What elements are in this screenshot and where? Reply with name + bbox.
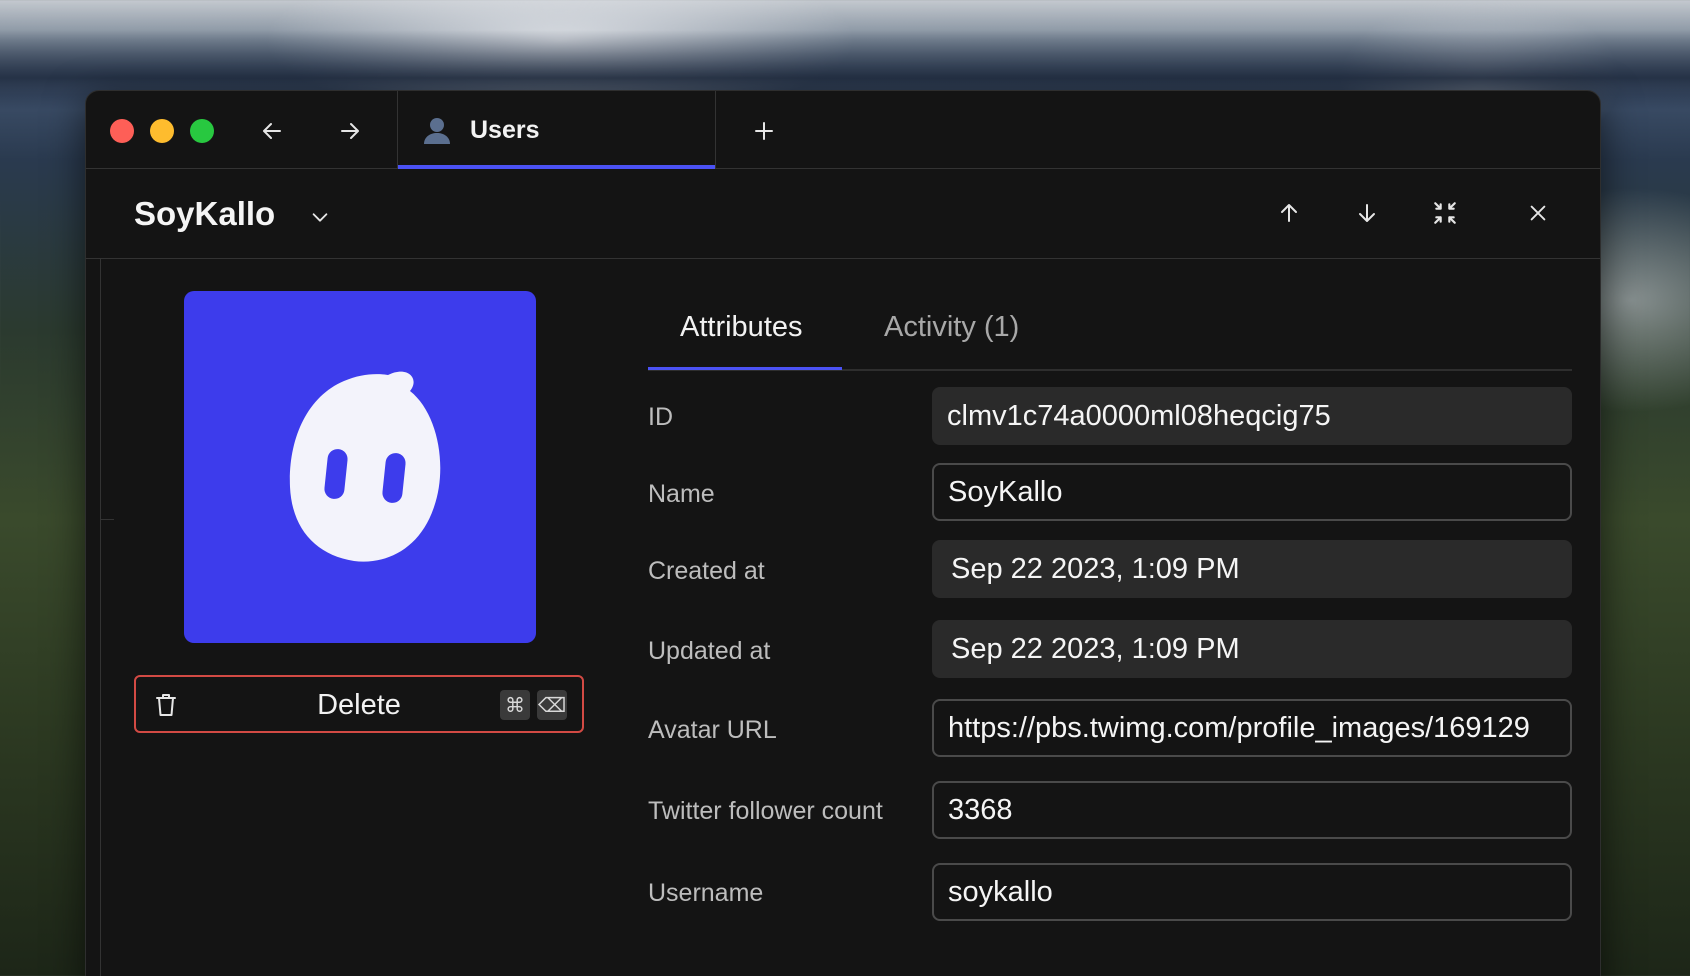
- ghost-avatar-icon: [289, 371, 441, 562]
- new-tab-button[interactable]: [746, 113, 782, 149]
- forward-button[interactable]: [332, 113, 368, 149]
- tab-label: Users: [470, 115, 540, 144]
- backspace-key-icon: ⌫: [537, 690, 567, 720]
- updated-at-field: Sep 22 2023, 1:09 PM: [932, 620, 1572, 678]
- record-header: SoyKallo: [86, 169, 1600, 259]
- avatar: [184, 291, 536, 643]
- name-field[interactable]: SoyKallo: [932, 463, 1572, 521]
- tab-users[interactable]: Users: [397, 91, 716, 169]
- arrow-down-icon: [1359, 204, 1375, 222]
- user-icon: [424, 118, 450, 144]
- collapse-panel-button[interactable]: [1425, 193, 1465, 233]
- field-label-name: Name: [648, 480, 715, 508]
- back-button[interactable]: [254, 113, 290, 149]
- chevron-down-icon: [312, 213, 328, 222]
- arrow-up-icon: [1281, 204, 1297, 222]
- previous-record-button[interactable]: [1269, 193, 1309, 233]
- field-label-twitter-follower-count: Twitter follower count: [648, 797, 883, 825]
- field-label-updated-at: Updated at: [648, 637, 771, 665]
- active-tab-indicator: [648, 367, 842, 370]
- app-window: Users SoyKallo Delete ⌘ ⌫ Attributes Act…: [85, 90, 1601, 976]
- close-window-button[interactable]: [110, 119, 134, 143]
- command-key-icon: ⌘: [500, 690, 530, 720]
- panel-tabs: Attributes Activity (1): [648, 301, 1572, 371]
- title-bar: Users: [86, 91, 1600, 169]
- field-label-id: ID: [648, 403, 673, 431]
- next-record-button[interactable]: [1347, 193, 1387, 233]
- side-divider: [100, 259, 114, 976]
- page-title: SoyKallo: [134, 195, 276, 232]
- username-field[interactable]: soykallo: [932, 863, 1572, 921]
- field-label-created-at: Created at: [648, 557, 765, 585]
- side-divider-mark: [100, 519, 114, 520]
- avatar-url-field[interactable]: https://pbs.twimg.com/profile_images/169…: [932, 699, 1572, 757]
- created-at-field: Sep 22 2023, 1:09 PM: [932, 540, 1572, 598]
- plus-icon: [755, 122, 773, 140]
- tab-activity[interactable]: Activity (1): [884, 311, 1019, 344]
- field-label-username: Username: [648, 879, 764, 907]
- close-icon: [1530, 205, 1546, 221]
- collapse-icon: [1434, 202, 1456, 224]
- twitter-follower-count-field[interactable]: 3368: [932, 781, 1572, 839]
- field-label-avatar-url: Avatar URL: [648, 716, 777, 744]
- arrow-right-icon: [341, 123, 359, 139]
- close-panel-button[interactable]: [1518, 193, 1558, 233]
- maximize-window-button[interactable]: [190, 119, 214, 143]
- tab-attributes[interactable]: Attributes: [680, 311, 803, 344]
- id-field: clmv1c74a0000ml08heqcig75: [932, 387, 1572, 445]
- delete-button[interactable]: Delete ⌘ ⌫: [134, 675, 584, 733]
- minimize-window-button[interactable]: [150, 119, 174, 143]
- record-switcher-button[interactable]: [302, 199, 338, 235]
- arrow-left-icon: [263, 123, 281, 139]
